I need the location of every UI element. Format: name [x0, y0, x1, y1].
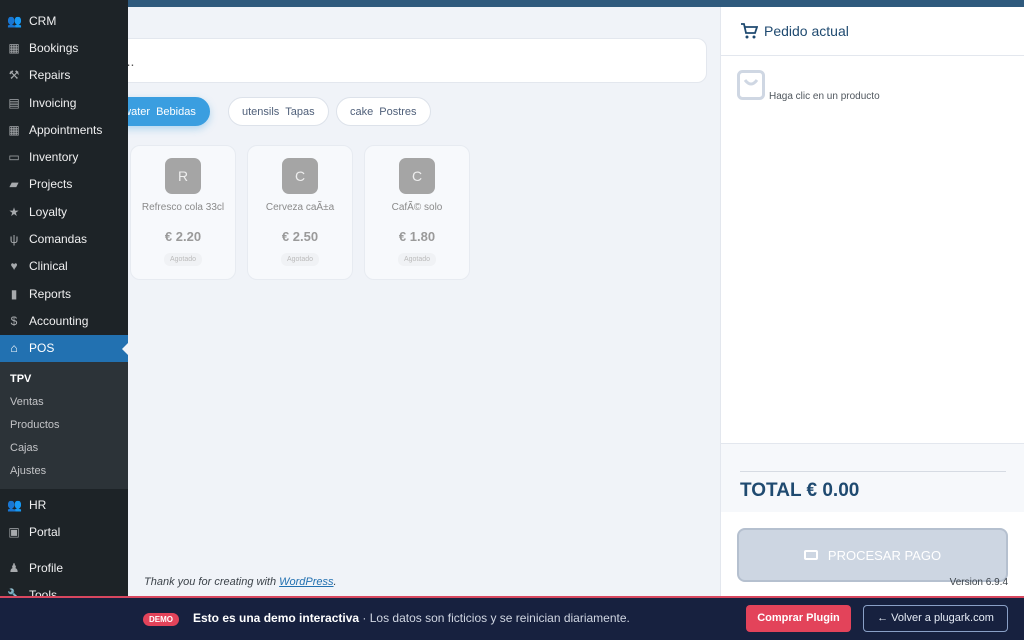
sidebar-item-label: Loyalty	[29, 204, 68, 219]
product-card[interactable]: C Cerveza caÃ±a € 2.50 Agotado	[247, 145, 353, 280]
wordpress-link[interactable]: WordPress	[279, 576, 333, 588]
sidebar-item-label: Invoicing	[29, 95, 77, 110]
stock-badge: Agotado	[163, 253, 203, 266]
sidebar-item-label: HR	[29, 497, 47, 512]
id-card-icon: ▣	[8, 524, 20, 539]
sidebar-item-label: Reports	[29, 286, 72, 301]
sidebar-item-portal[interactable]: ▣ Portal	[0, 518, 128, 545]
calendar-icon: ▦	[8, 122, 20, 137]
order-header: Pedido actual	[721, 7, 1024, 56]
process-payment-button[interactable]: PROCESAR PAGO	[737, 528, 1008, 582]
sidebar-item-hr[interactable]: 👥 HR	[0, 491, 128, 518]
heart-icon: ♥	[10, 259, 18, 274]
sidebar-item-label: Projects	[29, 177, 73, 192]
sidebar-item-label: CRM	[29, 13, 57, 28]
demo-badge: DEMO	[143, 613, 179, 626]
dollar-icon: $	[10, 313, 18, 328]
sidebar-item-loyalty[interactable]: ★ Loyalty	[0, 198, 128, 225]
product-avatar: C	[399, 158, 435, 194]
admin-sidebar: 👥 CRM ▦ Bookings ⚒ Repairs ▤ Invoicing ▦ Appointm…	[0, 0, 128, 602]
sidebar-item-label: Bookings	[29, 40, 79, 55]
cart-icon	[741, 23, 758, 39]
sidebar-item-comandas[interactable]: ψ Comandas	[0, 225, 128, 252]
sidebar-item-bookings[interactable]: ▦ Bookings	[0, 34, 128, 61]
sidebar-item-accounting[interactable]: $ Accounting	[0, 307, 128, 334]
sidebar-item-label: Appointments	[29, 122, 103, 137]
stock-badge: Agotado	[397, 253, 437, 266]
category-chip-postres[interactable]: cake Postres	[336, 97, 431, 126]
sidebar-item-label: POS	[29, 341, 55, 356]
user-icon: ♟	[8, 561, 20, 576]
search-input[interactable]: to...	[60, 38, 707, 83]
sidebar-item-invoicing[interactable]: ▤ Invoicing	[0, 89, 128, 116]
sidebar-item-appointments[interactable]: ▦ Appointments	[0, 116, 128, 143]
submenu-ventas[interactable]: Ventas	[0, 391, 128, 414]
order-panel: Pedido actual Haga clic en un producto T…	[720, 7, 1024, 596]
sidebar-item-label: Clinical	[29, 259, 68, 274]
sidebar-item-label: Comandas	[29, 232, 88, 247]
groups-icon: 👥	[7, 13, 22, 28]
product-name: Refresco cola 33cl	[141, 202, 225, 213]
product-price: € 2.20	[164, 229, 202, 244]
sidebar-item-projects[interactable]: ▰ Projects	[0, 171, 128, 198]
submenu-cajas[interactable]: Cajas	[0, 437, 128, 460]
star-icon: ★	[8, 204, 20, 219]
sidebar-item-inventory[interactable]: ▭ Inventory	[0, 143, 128, 170]
groups-icon: 👥	[7, 497, 22, 512]
submenu-ajustes[interactable]: Ajustes	[0, 460, 128, 483]
submenu-tpv[interactable]: TPV	[0, 368, 128, 391]
calendar-icon: ▦	[8, 40, 20, 55]
category-chip-tapas[interactable]: utensils Tapas	[228, 97, 329, 126]
buy-plugin-button[interactable]: Comprar Plugin	[746, 605, 851, 632]
submenu-productos[interactable]: Productos	[0, 414, 128, 437]
sidebar-item-clinical[interactable]: ♥ Clinical	[0, 253, 128, 280]
folder-icon: ▰	[9, 177, 19, 192]
order-total: TOTAL € 0.00	[740, 480, 860, 501]
sidebar-item-label: Accounting	[29, 313, 89, 328]
product-avatar: C	[282, 158, 318, 194]
store-icon: ⌂	[10, 341, 18, 356]
sidebar-item-reports[interactable]: ▮ Reports	[0, 280, 128, 307]
stock-badge: Agotado	[280, 253, 320, 266]
product-price: € 1.80	[398, 229, 436, 244]
version-text: Version 6.9.4	[949, 577, 1008, 588]
document-icon: ▤	[8, 95, 20, 110]
product-card[interactable]: R Refresco cola 33cl € 2.20 Agotado	[130, 145, 236, 280]
sidebar-item-label: Portal	[29, 524, 61, 539]
top-bar	[0, 0, 1024, 7]
back-to-site-button[interactable]: ← Volver a plugark.com	[863, 605, 1008, 632]
sidebar-item-label: Inventory	[29, 150, 79, 165]
hammer-icon: ⚒	[8, 68, 20, 83]
sidebar-item-crm[interactable]: 👥 CRM	[0, 7, 128, 34]
product-price: € 2.50	[281, 229, 319, 244]
utensils-icon: ψ	[9, 232, 19, 247]
product-name: CafÃ© solo	[391, 202, 443, 213]
sidebar-item-profile[interactable]: ♟ Profile	[0, 554, 128, 581]
cash-icon	[803, 550, 818, 560]
admin-footer: Thank you for creating with WordPress.	[144, 576, 337, 588]
empty-order-text: Haga clic en un producto	[769, 91, 880, 102]
archive-icon: ▭	[8, 150, 20, 165]
pos-submenu: TPV Ventas Productos Cajas Ajustes	[0, 361, 128, 489]
sidebar-item-pos[interactable]: ⌂ POS	[0, 334, 128, 362]
shopping-bag-icon	[737, 70, 765, 100]
product-card[interactable]: C CafÃ© solo € 1.80 Agotado	[364, 145, 470, 280]
sidebar-item-label: Profile	[29, 561, 64, 576]
total-section: TOTAL € 0.00	[721, 443, 1024, 512]
product-avatar: R	[165, 158, 201, 194]
sidebar-item-repairs[interactable]: ⚒ Repairs	[0, 62, 128, 89]
sidebar-item-label: Repairs	[29, 68, 71, 83]
product-name: Cerveza caÃ±a	[265, 202, 335, 213]
chart-bar-icon: ▮	[10, 286, 18, 301]
demo-banner: DEMO Esto es una demo interactiva · Los …	[0, 596, 1024, 640]
